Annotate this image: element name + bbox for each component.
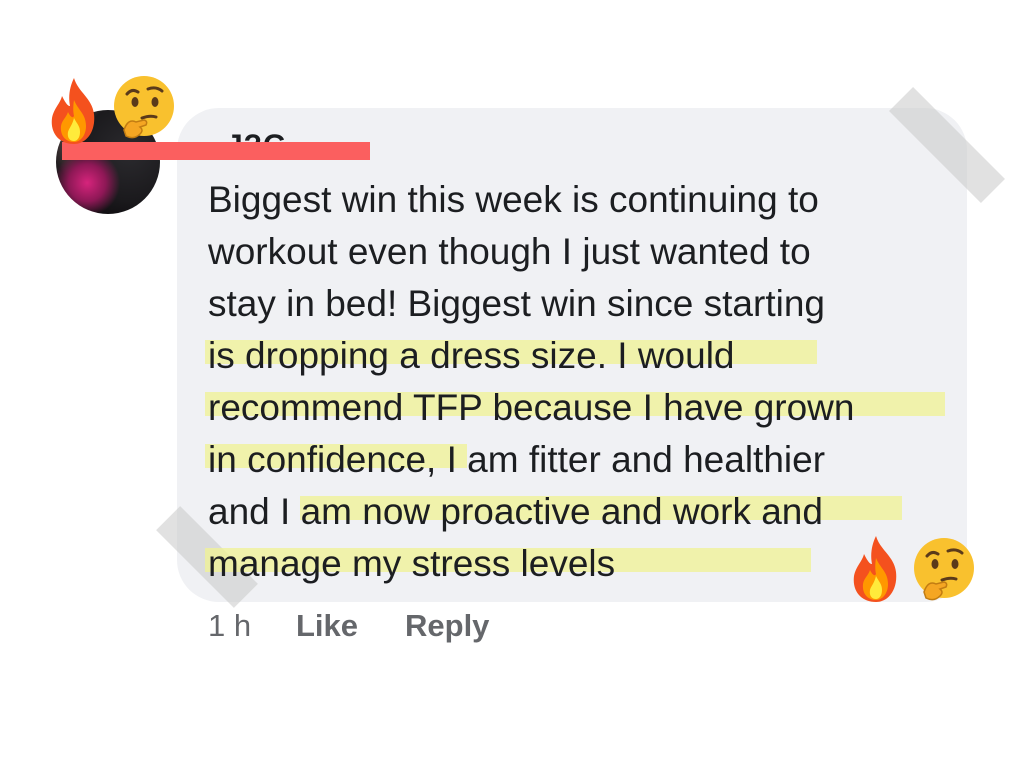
thinking-face-emoji-icon [914, 538, 974, 601]
like-button[interactable]: Like [296, 608, 358, 644]
thinking-face-emoji-icon [114, 76, 174, 139]
fire-emoji-icon [853, 536, 897, 602]
comment-line: recommend TFP because I have grown [208, 387, 855, 428]
comment-line: stay in bed! Biggest win since starting [208, 283, 825, 324]
fire-emoji-icon [51, 78, 95, 144]
comment-text: Biggest win this week is continuing to w… [208, 174, 948, 590]
reply-button[interactable]: Reply [405, 608, 489, 644]
comment-line: manage my stress levels [208, 543, 616, 584]
comment-line: Biggest win this week is continuing to [208, 179, 819, 220]
comment-line: is dropping a dress size. I would [208, 335, 735, 376]
comment-line: workout even though I just wanted to [208, 231, 811, 272]
comment-line: and I am now proactive and work and [208, 491, 823, 532]
screenshot-canvas: J?G Biggest win this week is continuing … [0, 0, 1024, 768]
comment-line: in confidence, I am fitter and healthier [208, 439, 826, 480]
comment-timestamp[interactable]: 1 h [208, 608, 251, 644]
redaction-bar [62, 142, 370, 160]
